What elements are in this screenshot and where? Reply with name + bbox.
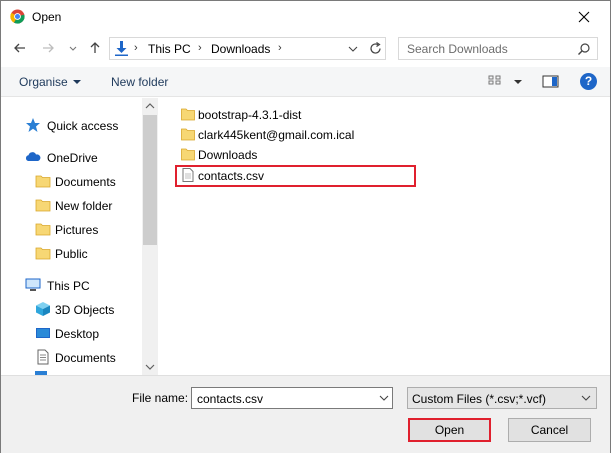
preview-pane-icon[interactable] [542, 74, 559, 89]
file-name-input[interactable]: contacts.csv [191, 387, 393, 409]
cancel-button[interactable]: Cancel [508, 418, 591, 442]
organise-dropdown-icon[interactable] [72, 78, 82, 86]
documents-icon [37, 349, 49, 365]
breadcrumb-this-pc[interactable]: This PC [148, 42, 191, 56]
organise-button[interactable]: Organise [19, 75, 68, 89]
search-placeholder: Search Downloads [407, 42, 508, 56]
search-box[interactable]: Search Downloads [398, 37, 598, 60]
scroll-up-icon[interactable] [145, 102, 155, 110]
breadcrumb-separator-icon: › [134, 42, 138, 54]
folder-icon [181, 128, 195, 141]
refresh-icon[interactable] [368, 41, 383, 56]
scroll-down-icon[interactable] [145, 363, 155, 371]
navigation-scrollbar[interactable] [142, 98, 158, 375]
bottom-panel: File name: contacts.csv Custom Files (*.… [1, 375, 610, 453]
star-icon [26, 118, 40, 132]
folder-icon [181, 148, 195, 161]
address-dropdown-chevron-icon[interactable] [347, 43, 359, 55]
nav-item-label: OneDrive [47, 151, 98, 165]
nav-item-label: 3D Objects [55, 303, 115, 317]
nav-item-label: Pictures [55, 223, 99, 237]
list-item-folder[interactable]: clark445kent@gmail.com.ical [181, 125, 401, 145]
highlight-box [175, 165, 416, 187]
nav-item-label: Public [55, 247, 88, 261]
nav-item-new-folder[interactable]: New folder [35, 196, 140, 216]
nav-item-documents-pc[interactable]: Documents [35, 348, 140, 368]
file-name: Downloads [198, 148, 258, 162]
nav-item-documents[interactable]: Documents [35, 172, 140, 192]
breadcrumb-separator-icon: › [198, 42, 202, 54]
forward-arrow-icon[interactable] [38, 38, 58, 58]
nav-item-label: This PC [47, 279, 90, 293]
chrome-icon [10, 9, 25, 24]
file-name-dropdown-icon[interactable] [379, 395, 389, 402]
view-dropdown-icon[interactable] [513, 78, 523, 86]
nav-item-pictures[interactable]: Pictures [35, 220, 140, 240]
back-arrow-icon[interactable] [10, 38, 30, 58]
close-icon[interactable] [573, 7, 595, 27]
file-list: bootstrap-4.3.1-dist clark445kent@gmail.… [161, 98, 610, 375]
recent-locations-chevron-icon[interactable] [63, 38, 83, 58]
list-item-folder[interactable]: bootstrap-4.3.1-dist [181, 105, 381, 125]
file-name: bootstrap-4.3.1-dist [198, 108, 302, 122]
nav-item-public[interactable]: Public [35, 244, 140, 264]
nav-item-label: Documents [55, 351, 116, 365]
folder-icon [35, 175, 51, 188]
navigation-pane: Quick access OneDrive Documents New fold… [1, 98, 157, 375]
scrollbar-thumb[interactable] [143, 115, 157, 245]
search-icon[interactable] [577, 42, 591, 56]
computer-icon [25, 278, 41, 291]
file-name-label: File name: [132, 391, 189, 405]
folder-icon [35, 199, 51, 212]
desktop-icon [36, 328, 50, 338]
folder-icon [35, 247, 51, 260]
cloud-icon [25, 152, 41, 161]
nav-item-3d-objects[interactable]: 3D Objects [35, 300, 140, 320]
up-arrow-icon[interactable] [85, 38, 105, 58]
nav-item-label: Quick access [47, 119, 119, 133]
open-button[interactable]: Open [408, 418, 491, 442]
new-folder-button[interactable]: New folder [111, 75, 168, 89]
title-bar: Open [1, 1, 610, 32]
window-title: Open [32, 10, 62, 24]
address-bar[interactable]: › This PC › Downloads › [109, 37, 386, 60]
cube-icon [36, 302, 50, 316]
breadcrumb-separator-icon: › [278, 42, 282, 54]
folder-icon [35, 223, 51, 236]
command-toolbar: Organise New folder ? [1, 67, 610, 97]
file-type-value: Custom Files (*.csv;*.vcf) [412, 392, 547, 406]
nav-item-label: Documents [55, 175, 116, 189]
nav-item-label: New folder [55, 199, 113, 213]
nav-item-this-pc[interactable]: This PC [25, 276, 140, 296]
nav-item-quick-access[interactable]: Quick access [25, 116, 140, 136]
downloads-arrow-icon [115, 41, 128, 56]
nav-item-label: Desktop [55, 327, 100, 341]
file-type-dropdown-icon[interactable] [581, 395, 591, 402]
folder-icon [181, 108, 195, 121]
file-name: clark445kent@gmail.com.ical [198, 128, 355, 142]
file-type-select[interactable]: Custom Files (*.csv;*.vcf) [407, 387, 597, 409]
list-item-folder[interactable]: Downloads [181, 145, 381, 165]
breadcrumb-downloads[interactable]: Downloads [211, 42, 270, 56]
file-name-value: contacts.csv [197, 392, 264, 406]
view-options-icon[interactable] [488, 74, 503, 89]
help-icon[interactable]: ? [580, 73, 597, 90]
nav-item-onedrive[interactable]: OneDrive [25, 148, 140, 168]
open-dialog: Open › This PC › Downloads › Search Down… [0, 0, 611, 453]
nav-item-desktop[interactable]: Desktop [35, 324, 140, 344]
